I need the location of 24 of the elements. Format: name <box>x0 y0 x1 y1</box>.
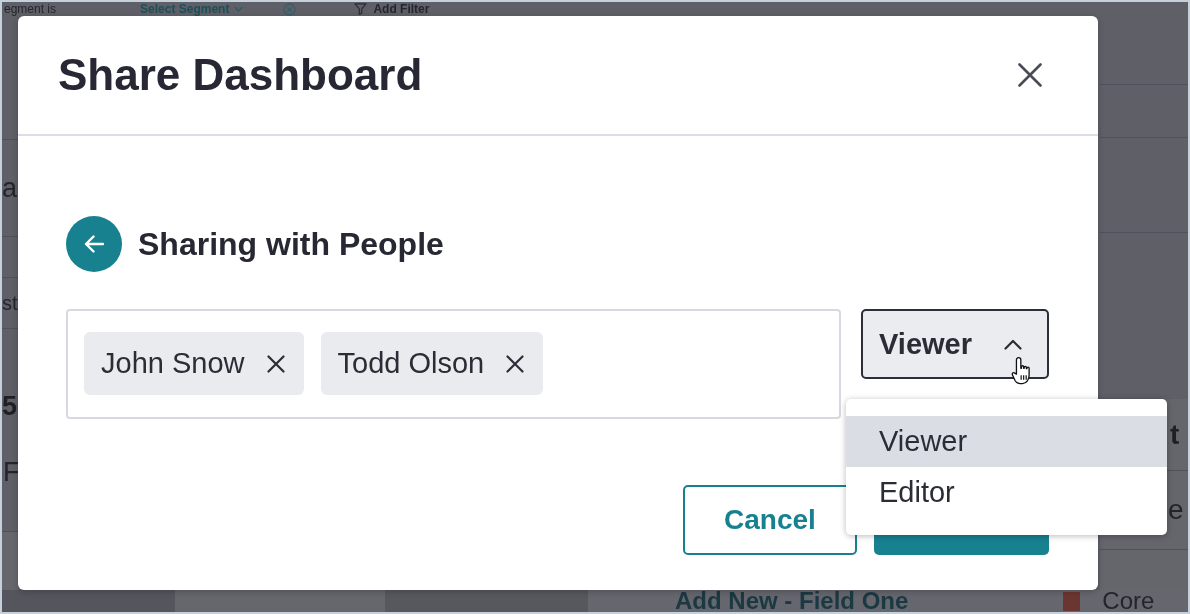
close-icon[interactable] <box>506 354 525 373</box>
dialog-title: Share Dashboard <box>58 50 423 100</box>
role-select[interactable]: Viewer <box>861 309 1049 379</box>
recipient-name: John Snow <box>101 347 245 380</box>
section-title: Sharing with People <box>138 225 444 263</box>
background-text: F <box>3 457 20 487</box>
background-number: 5 <box>2 391 18 421</box>
arrow-left-icon <box>84 235 104 253</box>
background-text: t <box>1170 419 1180 450</box>
recipient-name: Todd Olson <box>337 347 485 380</box>
segment-label: egment is <box>4 2 57 16</box>
recipients-field[interactable]: John Snow Todd Olson <box>66 309 841 419</box>
chevron-up-icon <box>1004 338 1022 350</box>
close-icon <box>1018 63 1042 87</box>
cancel-button[interactable]: Cancel <box>683 485 857 555</box>
back-button[interactable] <box>66 216 122 272</box>
legend-label: Core <box>1102 590 1155 612</box>
background-text: a <box>2 173 18 203</box>
background-text: st <box>2 291 18 315</box>
chevron-down-icon <box>234 6 244 12</box>
menu-option[interactable]: Viewer <box>846 416 1167 467</box>
background-text: e <box>1168 495 1184 525</box>
funnel-icon <box>354 3 368 15</box>
close-icon[interactable] <box>266 354 285 373</box>
